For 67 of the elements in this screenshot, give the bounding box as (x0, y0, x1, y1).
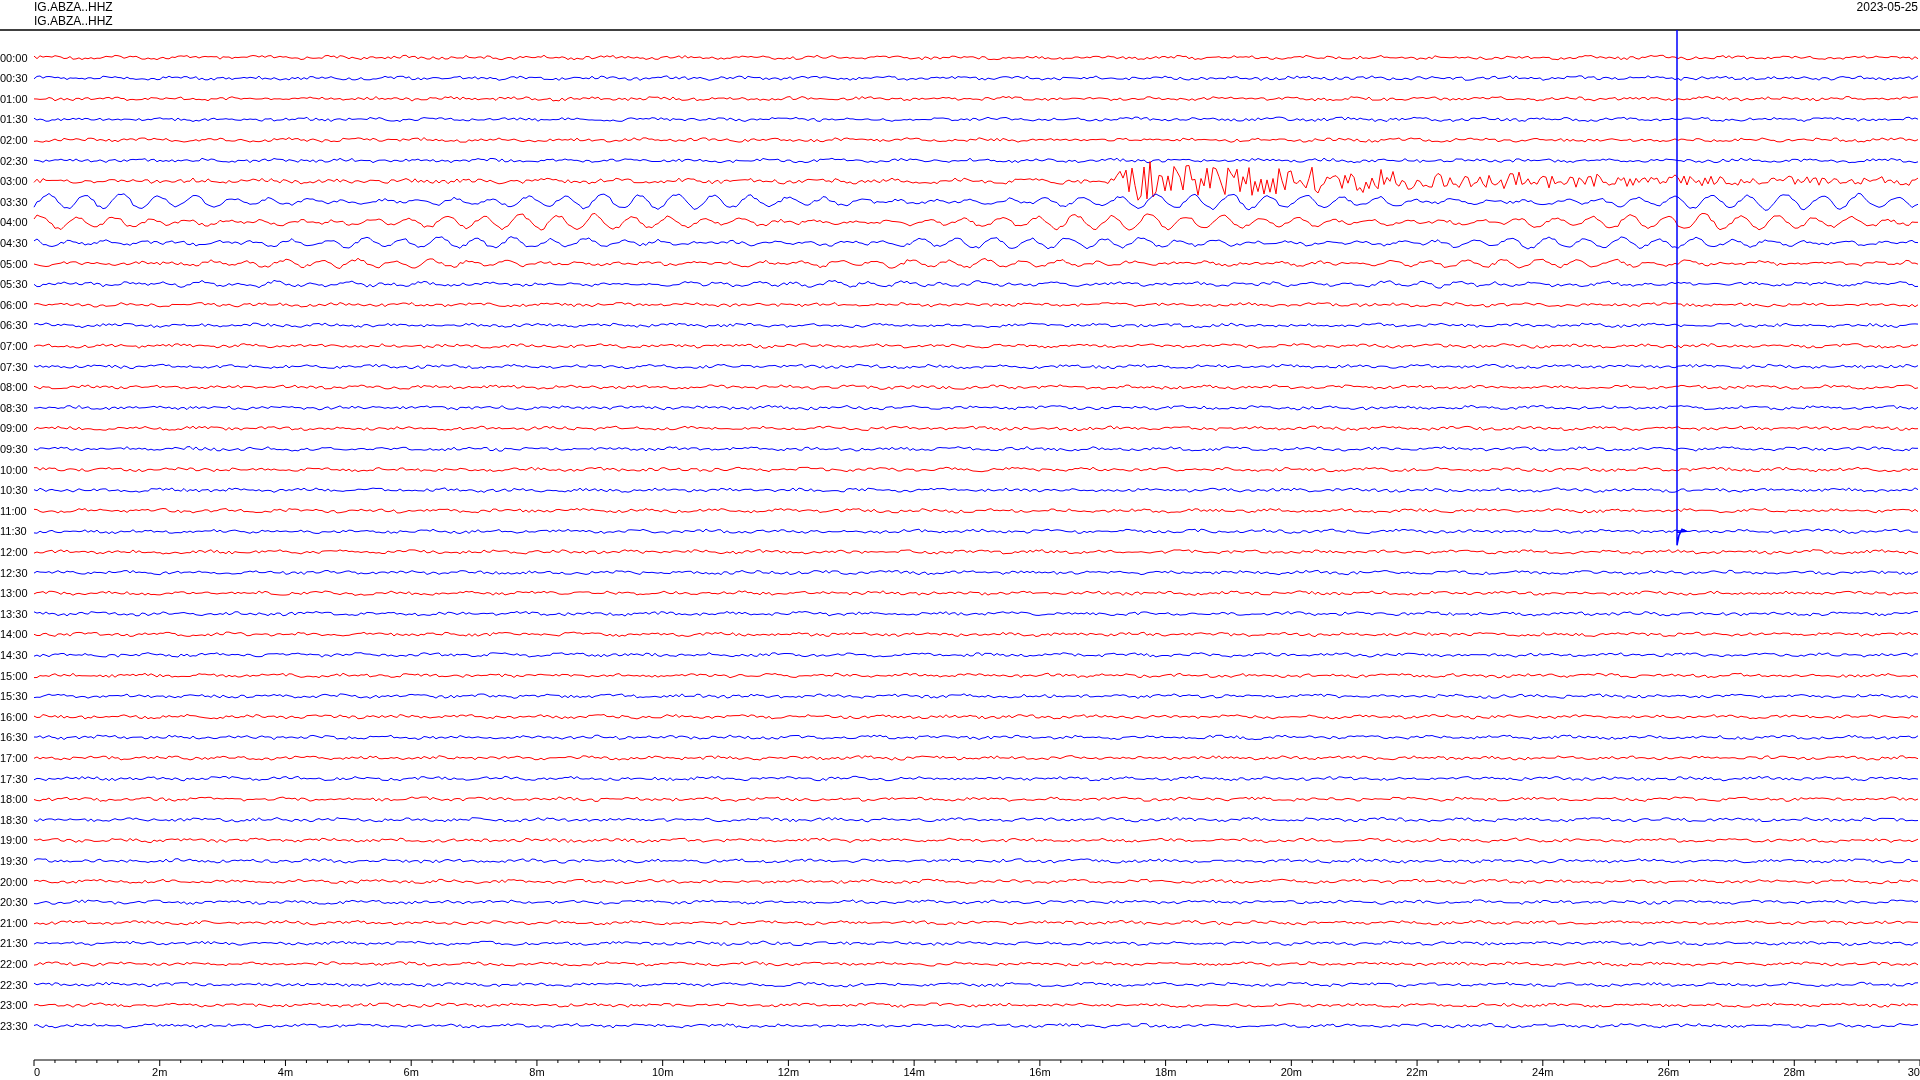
time-label: 21:30 (0, 937, 28, 950)
axis-tick-label: 30 (1907, 1066, 1920, 1078)
axis-tick-label: 18m (1154, 1066, 1177, 1078)
time-label: 01:00 (0, 92, 28, 105)
axis-tick-label: 26m (1657, 1066, 1680, 1078)
axis-tick-label: 24m (1532, 1066, 1554, 1078)
time-label: 12:00 (0, 545, 28, 558)
time-label: 00:00 (0, 51, 28, 64)
time-label: 15:00 (0, 669, 28, 682)
time-label: 22:30 (0, 978, 28, 991)
time-label: 20:00 (0, 875, 28, 888)
time-label: 18:00 (0, 793, 28, 806)
date-label: 2023-05-25 (1856, 0, 1918, 14)
time-label: 17:30 (0, 772, 28, 785)
time-label: 02:30 (0, 154, 28, 167)
axis-tick-label: 8m (529, 1066, 545, 1078)
time-label: 09:00 (0, 422, 28, 435)
time-label: 11:30 (0, 525, 27, 538)
axis-tick-label: 22m (1406, 1066, 1428, 1078)
axis-tick-label: 12m (777, 1066, 800, 1078)
axis-tick-label: 14m (903, 1066, 925, 1078)
axis-tick-label: 0 (34, 1066, 41, 1078)
time-label: 17:00 (0, 751, 28, 764)
axis-tick-label: 6m (403, 1066, 419, 1078)
time-label: 21:00 (0, 916, 28, 929)
time-label: 09:30 (0, 442, 28, 455)
time-label: 00:30 (0, 72, 28, 85)
time-label: 22:00 (0, 957, 28, 970)
time-label: 18:30 (0, 813, 28, 826)
time-label: 07:30 (0, 360, 28, 373)
time-label: 06:00 (0, 298, 28, 311)
time-label: 08:00 (0, 381, 28, 394)
time-label: 23:00 (0, 999, 28, 1012)
time-label: 05:00 (0, 257, 28, 270)
axis-tick-label: 16m (1029, 1066, 1051, 1078)
time-label: 14:00 (0, 628, 28, 641)
time-label: 11:00 (0, 504, 27, 517)
time-label: 10:30 (0, 484, 28, 497)
axis-tick-label: 20m (1280, 1066, 1303, 1078)
time-label: 16:30 (0, 731, 28, 744)
axis-tick-label: 2m (152, 1066, 168, 1078)
time-label: 10:00 (0, 463, 28, 476)
time-label: 23:30 (0, 1019, 28, 1032)
time-label: 06:30 (0, 319, 28, 332)
time-label: 19:00 (0, 834, 28, 847)
time-label: 16:00 (0, 710, 28, 723)
time-label: 08:30 (0, 401, 28, 414)
time-label: 13:00 (0, 587, 28, 600)
time-label: 14:30 (0, 648, 28, 661)
time-label: 03:30 (0, 195, 28, 208)
time-label: 19:30 (0, 854, 28, 867)
axis-tick-label: 4m (277, 1066, 294, 1078)
time-label: 20:30 (0, 896, 28, 909)
time-label: 04:00 (0, 216, 28, 229)
station-label: IG.ABZA..HHZ (34, 14, 113, 28)
axis-tick-label: 10m (651, 1066, 674, 1078)
time-label: 01:30 (0, 113, 28, 126)
time-label: 03:00 (0, 175, 28, 188)
time-label: 04:30 (0, 236, 28, 249)
time-label: 05:30 (0, 278, 28, 291)
time-label: 07:00 (0, 339, 28, 352)
station-label: IG.ABZA..HHZ (34, 0, 113, 14)
time-label: 15:30 (0, 690, 28, 703)
time-label: 12:30 (0, 566, 28, 579)
axis-tick-label: 28m (1783, 1066, 1805, 1078)
time-label: 13:30 (0, 607, 28, 620)
time-label: 02:00 (0, 133, 28, 146)
